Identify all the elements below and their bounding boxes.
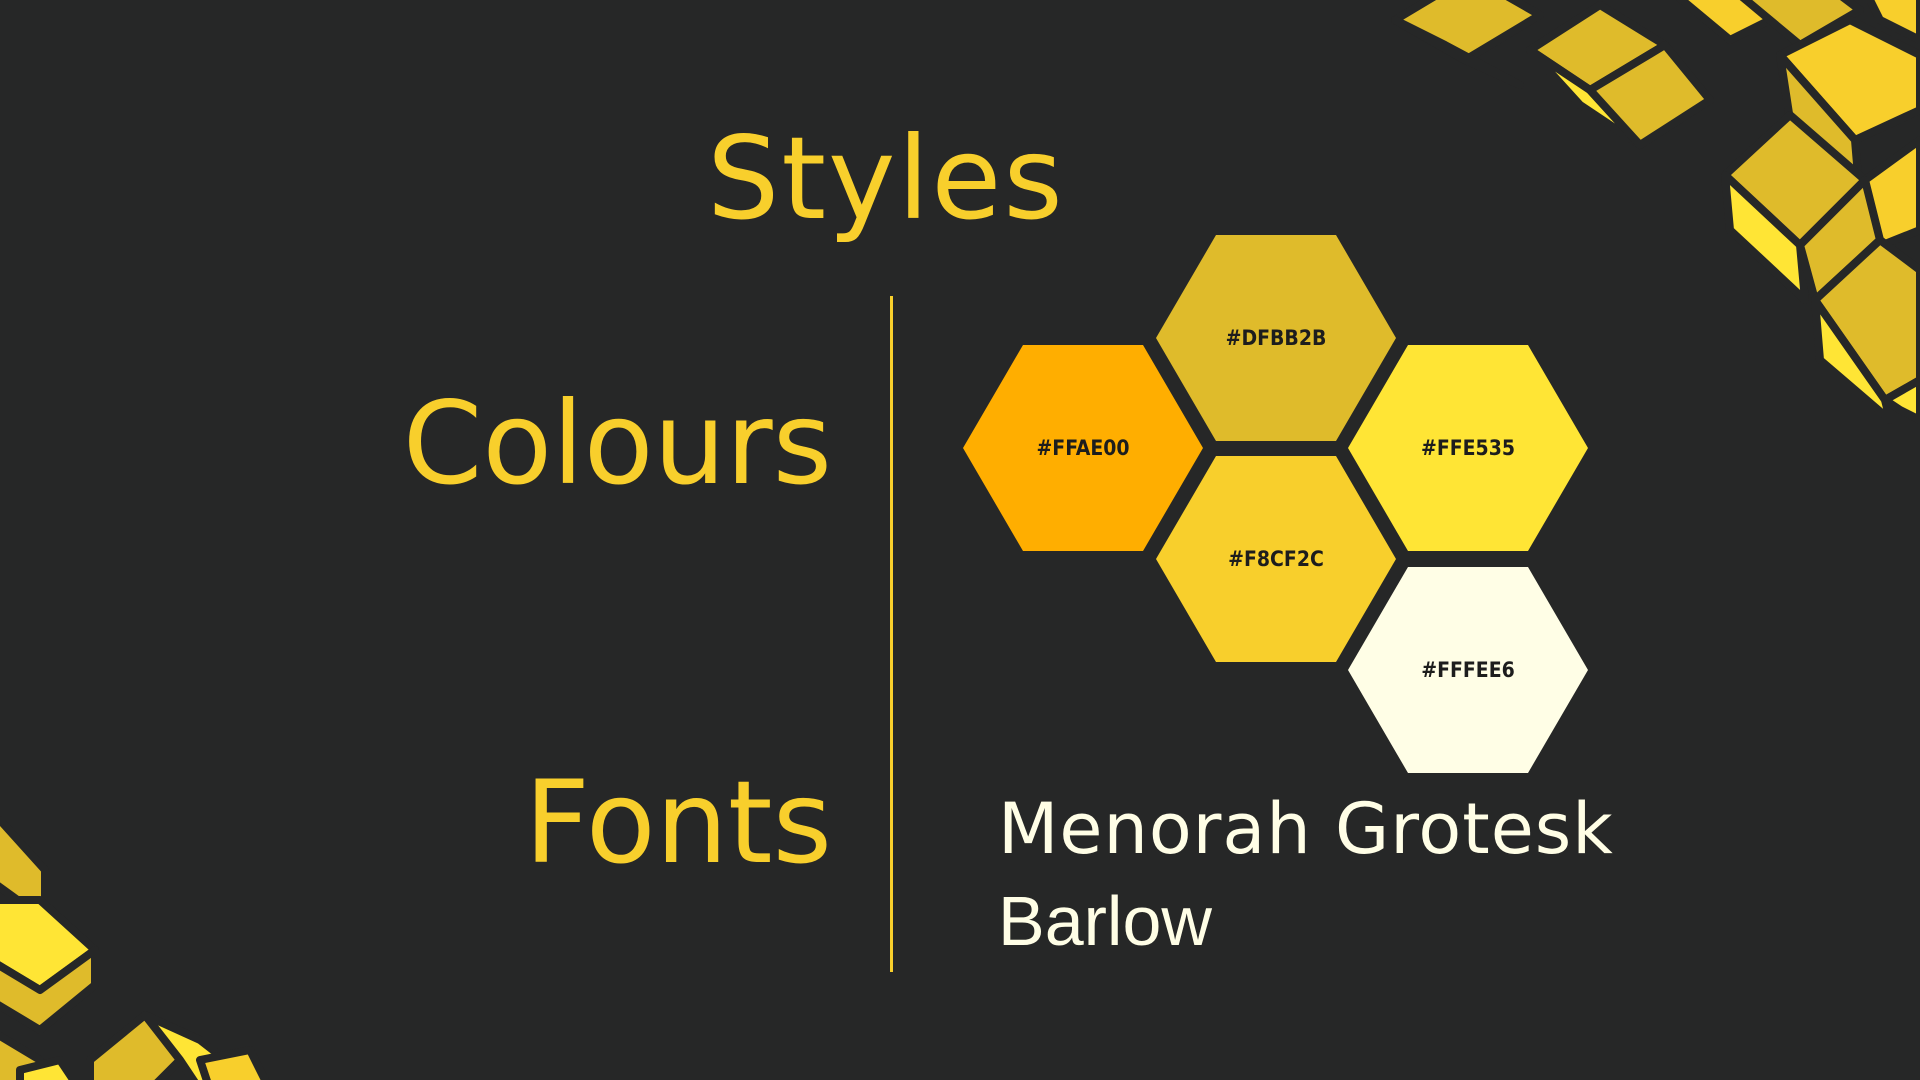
swatch-label: #FFE535 <box>1421 436 1515 460</box>
swatch-label: #FFAE00 <box>1036 436 1129 460</box>
swatch-label: #DFBB2B <box>1226 326 1327 350</box>
font-name-menorah-grotesk: Menorah Grotesk <box>998 788 1614 870</box>
colour-swatches: #DFBB2B #FFAE00 #FFE535 #F8CF2C #FFFEE6 <box>963 235 1588 773</box>
font-name-barlow: Barlow <box>998 882 1212 960</box>
swatch-label: #FFFEE6 <box>1421 658 1515 682</box>
swatch-label: #F8CF2C <box>1228 547 1324 571</box>
